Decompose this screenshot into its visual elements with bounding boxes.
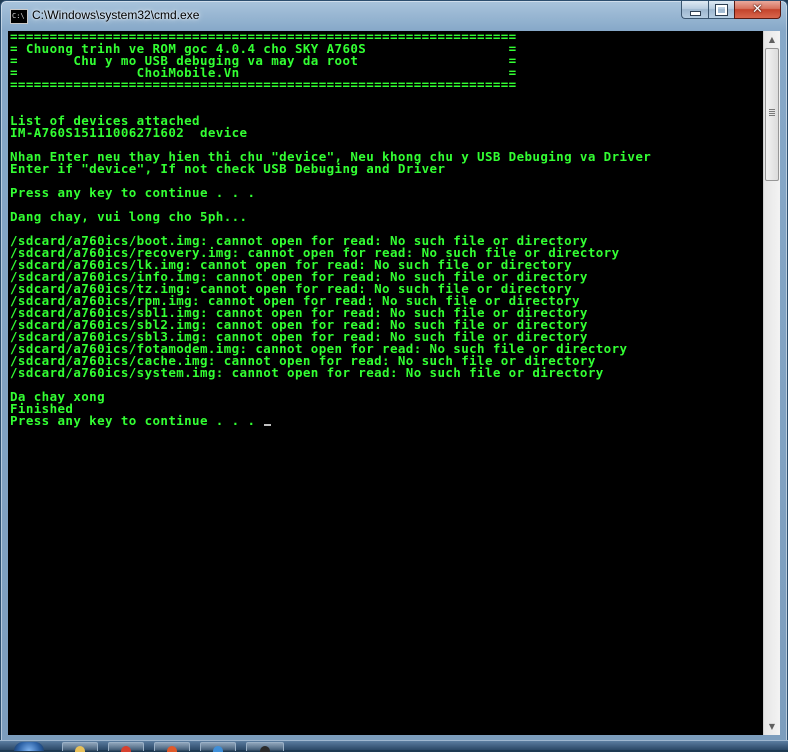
- explorer-icon: [75, 746, 85, 752]
- scroll-grip-icon: [769, 109, 775, 116]
- cmd-icon: [260, 746, 270, 752]
- console-output[interactable]: ========================================…: [8, 31, 763, 735]
- media-player-icon: [167, 746, 177, 752]
- console-line: Press any key to continue . . .: [10, 414, 763, 427]
- close-icon: ✕: [752, 2, 763, 17]
- close-button[interactable]: ✕: [734, 1, 781, 19]
- cmd-app-icon[interactable]: C:\: [10, 9, 28, 24]
- console-line: Dang chay, vui long cho 5ph...: [10, 209, 248, 224]
- cmd-window: C:\ C:\Windows\system32\cmd.exe ✕ ======…: [0, 0, 788, 742]
- window-controls: ✕: [681, 1, 781, 20]
- globe-icon: [213, 746, 223, 752]
- console-line: ========================================…: [10, 77, 517, 92]
- window-title: C:\Windows\system32\cmd.exe: [32, 8, 200, 22]
- console-line: Enter if "device", If not check USB Debu…: [10, 161, 446, 176]
- console-line: Da chay xong: [10, 389, 105, 404]
- chrome-icon: [121, 746, 131, 752]
- taskbar: [0, 740, 788, 752]
- console-line: Press any key to continue . . .: [10, 185, 256, 200]
- scroll-thumb[interactable]: [765, 48, 779, 181]
- title-bar[interactable]: C:\ C:\Windows\system32\cmd.exe ✕: [1, 1, 787, 31]
- maximize-button[interactable]: [708, 1, 734, 19]
- console-text: ========================================…: [8, 31, 763, 427]
- vertical-scrollbar[interactable]: ▲ ▼: [763, 31, 780, 735]
- maximize-icon: [715, 3, 728, 16]
- console-line: IM-A760S15111006271602 device: [10, 125, 248, 140]
- text-cursor: [264, 424, 272, 426]
- minimize-icon: [689, 10, 701, 16]
- scroll-up-arrow-icon[interactable]: ▲: [764, 31, 780, 48]
- scroll-down-arrow-icon[interactable]: ▼: [764, 718, 780, 735]
- console-line: /sdcard/a760ics/system.img: cannot open …: [10, 365, 604, 380]
- minimize-button[interactable]: [681, 1, 708, 19]
